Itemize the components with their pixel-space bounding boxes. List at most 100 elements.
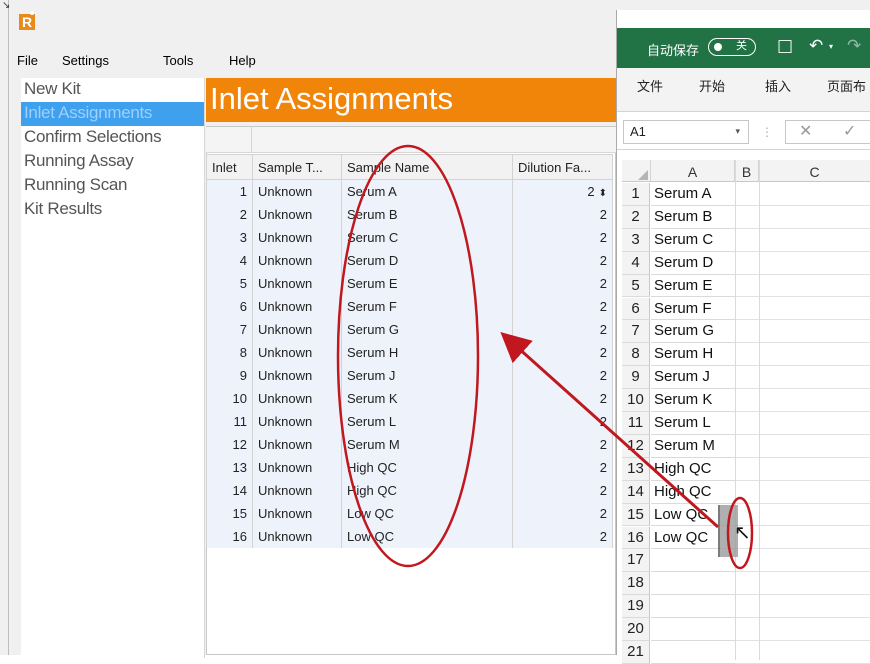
undo-icon[interactable]: ↶ <box>809 36 823 56</box>
name-box[interactable]: A1 ▾ <box>623 120 749 144</box>
dilution-cell[interactable]: 2 <box>512 524 613 548</box>
cell-a[interactable]: Serum J <box>651 366 735 390</box>
sample-type-cell[interactable]: Unknown <box>252 179 342 203</box>
cell-a[interactable] <box>651 618 735 641</box>
cell-row-bc[interactable] <box>735 252 870 275</box>
table-row[interactable]: 8 Unknown Serum H2 <box>206 340 613 364</box>
row-header[interactable]: 3 <box>622 228 650 252</box>
column-header-b[interactable]: B <box>735 160 759 182</box>
sample-name-cell[interactable]: High QC <box>341 455 513 479</box>
sample-type-cell[interactable]: Unknown <box>252 478 342 502</box>
inlet-cell[interactable]: 4 <box>206 248 253 272</box>
inlet-cell[interactable]: 5 <box>206 271 253 295</box>
menu-tools[interactable]: Tools <box>163 53 193 68</box>
inlet-cell[interactable]: 6 <box>206 294 253 318</box>
dilution-cell[interactable]: 2 <box>512 202 613 226</box>
dilution-cell[interactable]: 2 <box>512 363 613 387</box>
column-header-a[interactable]: A <box>651 160 735 182</box>
row-header[interactable]: 13 <box>622 457 650 481</box>
chevron-down-icon[interactable]: ▾ <box>735 121 740 143</box>
cell-row-bc[interactable] <box>735 549 870 573</box>
table-row[interactable]: 16 Unknown Low QC 2 <box>206 524 613 548</box>
cell-a[interactable] <box>651 641 735 664</box>
tab-page-layout[interactable]: 页面布 <box>827 76 866 95</box>
cell-a[interactable]: Serum K <box>651 389 735 412</box>
sample-type-cell[interactable]: Unknown <box>252 524 342 548</box>
table-row[interactable]: 1 Unknown Serum A 2 ⬍ <box>206 179 613 203</box>
sample-type-cell[interactable]: Unknown <box>252 271 342 295</box>
row-header[interactable]: 19 <box>622 595 650 619</box>
cell-row-bc[interactable] <box>735 527 870 550</box>
cell-row-bc[interactable] <box>735 366 870 390</box>
cell-a[interactable]: Serum E <box>651 275 735 298</box>
cell-row-bc[interactable] <box>735 458 870 481</box>
table-row[interactable]: 6 Unknown Serum F2 <box>206 294 613 318</box>
dilution-cell[interactable]: 2 <box>512 478 613 502</box>
sidebar-item-confirm-selections[interactable]: Confirm Selections <box>21 126 204 150</box>
sample-name-cell[interactable]: Serum A <box>341 179 513 203</box>
tab-insert[interactable]: 插入 <box>765 76 791 95</box>
inlet-cell[interactable]: 14 <box>206 478 253 502</box>
inlet-cell[interactable]: 12 <box>206 432 253 456</box>
column-header-dilution-factor[interactable]: Dilution Fa... <box>512 154 613 180</box>
row-header[interactable]: 1 <box>622 183 650 206</box>
tab-home[interactable]: 开始 <box>699 76 725 95</box>
dilution-cell[interactable]: 2 <box>512 386 613 410</box>
inlet-cell[interactable]: 9 <box>206 363 253 387</box>
sample-type-cell[interactable]: Unknown <box>252 455 342 479</box>
inlet-cell[interactable]: 3 <box>206 225 253 249</box>
cell-row-bc[interactable] <box>735 412 870 435</box>
autosave-toggle[interactable]: 关 <box>708 38 756 56</box>
table-row[interactable]: 4 Unknown Serum D2 <box>206 248 613 272</box>
sample-type-cell[interactable]: Unknown <box>252 363 342 387</box>
cell-row-bc[interactable] <box>735 389 870 412</box>
cell-row-bc[interactable] <box>735 320 870 344</box>
dilution-cell[interactable]: 2 <box>512 271 613 295</box>
dilution-cell[interactable]: 2 <box>512 432 613 456</box>
row-header[interactable]: 21 <box>622 641 650 664</box>
row-header[interactable]: 2 <box>622 205 650 229</box>
cell-row-bc[interactable] <box>735 504 870 527</box>
menu-help[interactable]: Help <box>229 53 256 68</box>
inlet-cell[interactable]: 11 <box>206 409 253 433</box>
cell-row-bc[interactable] <box>735 641 870 664</box>
dilution-cell[interactable]: 2 <box>512 340 613 364</box>
sidebar-item-new-kit[interactable]: New Kit <box>21 78 204 102</box>
sample-name-cell[interactable]: High QC <box>341 478 513 502</box>
sample-type-cell[interactable]: Unknown <box>252 225 342 249</box>
sample-name-cell[interactable]: Serum H <box>341 340 513 364</box>
cell-row-bc[interactable] <box>735 618 870 641</box>
menu-file[interactable]: File <box>17 53 38 68</box>
column-header-inlet[interactable]: Inlet <box>206 154 253 180</box>
sample-type-cell[interactable]: Unknown <box>252 432 342 456</box>
row-header[interactable]: 17 <box>622 549 650 573</box>
table-row[interactable]: 2 Unknown Serum B2 <box>206 202 613 226</box>
sample-name-cell[interactable]: Low QC <box>341 524 513 548</box>
tab-file[interactable]: 文件 <box>637 76 663 95</box>
row-header[interactable]: 10 <box>622 389 650 412</box>
dilution-cell[interactable]: 2 <box>512 409 613 433</box>
cell-a[interactable]: Serum B <box>651 206 735 229</box>
cell-row-bc[interactable] <box>735 343 870 367</box>
cell-row-bc[interactable] <box>735 206 870 229</box>
table-row[interactable]: 15 Unknown Low QC 2 <box>206 501 613 525</box>
sample-name-cell[interactable]: Serum K <box>341 386 513 410</box>
sample-name-cell[interactable]: Serum F <box>341 294 513 318</box>
row-header[interactable]: 8 <box>622 343 650 367</box>
enter-icon[interactable]: ✓ <box>843 121 856 140</box>
dilution-cell[interactable]: 2 <box>512 501 613 525</box>
sample-type-cell[interactable]: Unknown <box>252 248 342 272</box>
row-header[interactable]: 6 <box>622 297 650 321</box>
cell-row-bc[interactable] <box>735 435 870 458</box>
table-row[interactable]: 14 Unknown High QC 2 <box>206 478 613 502</box>
sample-name-cell[interactable]: Serum J <box>341 363 513 387</box>
cell-a[interactable]: High QC <box>651 481 735 504</box>
redo-icon[interactable]: ↷ <box>847 36 861 56</box>
dilution-cell[interactable]: 2 <box>512 294 613 318</box>
row-header[interactable]: 4 <box>622 251 650 275</box>
select-all-corner[interactable] <box>622 160 651 182</box>
cell-a[interactable]: Serum G <box>651 320 735 344</box>
inlet-cell[interactable]: 13 <box>206 455 253 479</box>
sample-name-cell[interactable]: Serum D <box>341 248 513 272</box>
sample-type-cell[interactable]: Unknown <box>252 409 342 433</box>
